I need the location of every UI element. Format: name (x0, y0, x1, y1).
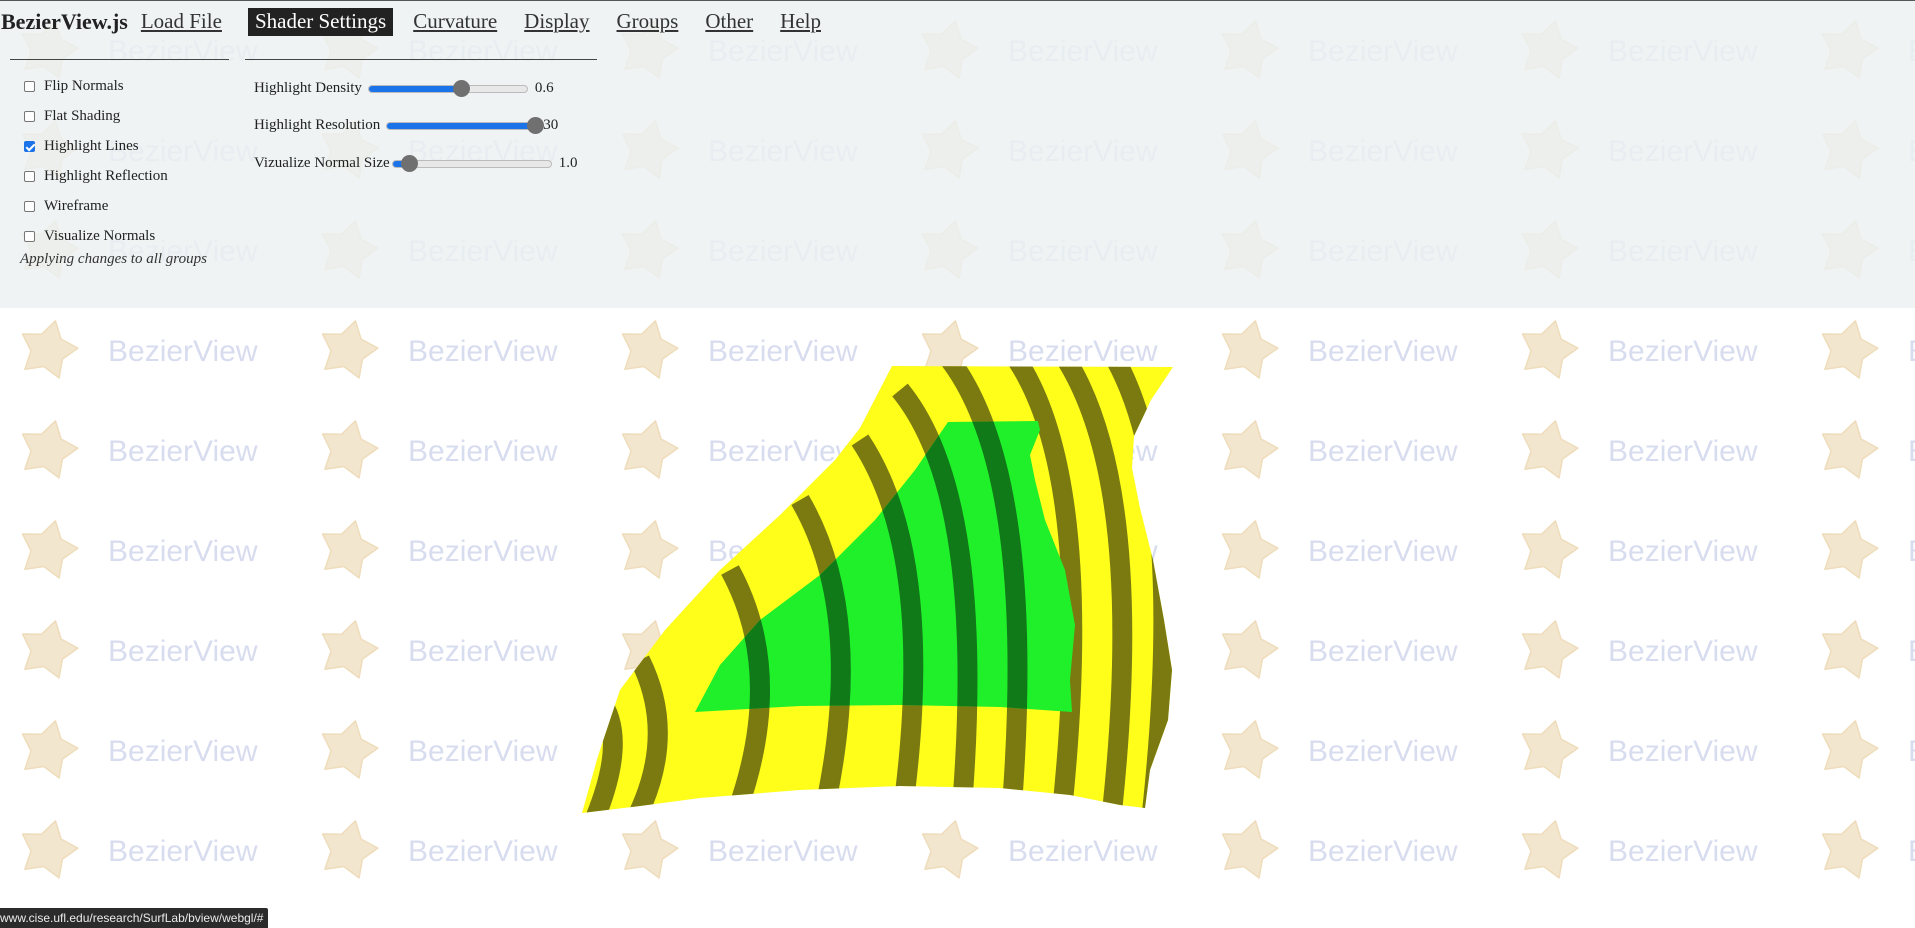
menu-curvature[interactable]: Curvature (413, 8, 504, 36)
menu-help[interactable]: Help (780, 8, 828, 36)
menu-display[interactable]: Display (524, 8, 596, 36)
checkbox-row-flat-shading[interactable]: Flat Shading (24, 101, 168, 131)
flip-normals-checkbox[interactable] (24, 80, 35, 92)
checkbox-row-highlight-reflection[interactable]: Highlight Reflection (24, 161, 168, 191)
slider-row-highlight-resolution: Highlight Resolution 30 (254, 116, 559, 134)
menu-other[interactable]: Other (705, 8, 760, 36)
wireframe-label: Wireframe (44, 197, 109, 214)
wireframe-checkbox[interactable] (24, 200, 35, 212)
highlight-reflection-label: Highlight Reflection (44, 167, 168, 184)
checkbox-row-flip-normals[interactable]: Flip Normals (24, 71, 168, 101)
settings-panel: BezierView.js Load File Shader Settings … (0, 0, 1915, 308)
highlight-resolution-label: Highlight Resolution (254, 117, 381, 133)
menu-bar: BezierView.js Load File Shader Settings … (0, 7, 848, 37)
checkbox-row-visualize-normals[interactable]: Visualize Normals (24, 221, 168, 251)
flat-shading-label: Flat Shading (44, 107, 121, 124)
right-section-divider (245, 59, 597, 60)
menu-load-file[interactable]: Load File (141, 8, 229, 36)
page: BezierView BezierView BezierView BezierView… (0, 0, 1915, 928)
shader-checkbox-list: Flip Normals Flat Shading Highlight Line… (24, 71, 168, 251)
normal-size-slider-thumb[interactable] (400, 154, 418, 172)
highlight-lines-checkbox[interactable] (24, 140, 35, 152)
visualize-normals-checkbox[interactable] (24, 230, 35, 242)
highlight-density-slider[interactable] (367, 79, 528, 97)
flat-shading-checkbox[interactable] (24, 110, 35, 122)
highlight-resolution-slider-fill (387, 122, 536, 129)
slider-row-highlight-density: Highlight Density 0.6 (254, 79, 554, 97)
checkbox-row-highlight-lines[interactable]: Highlight Lines (24, 131, 168, 161)
highlight-density-label: Highlight Density (254, 80, 362, 96)
app-title: BezierView.js (1, 9, 128, 34)
highlight-density-slider-thumb[interactable] (452, 79, 470, 97)
highlight-lines-label: Highlight Lines (44, 137, 139, 154)
status-bar-url: www.cise.ufl.edu/research/SurfLab/bview/… (0, 908, 269, 928)
normal-size-slider[interactable] (391, 154, 552, 172)
menu-groups[interactable]: Groups (617, 8, 686, 36)
menu-shader-settings[interactable]: Shader Settings (247, 8, 394, 36)
flip-normals-label: Flip Normals (44, 77, 124, 94)
highlight-resolution-slider[interactable] (386, 116, 545, 134)
highlight-reflection-checkbox[interactable] (24, 170, 35, 182)
normal-size-label: Vizualize Normal Size (254, 155, 390, 171)
highlight-density-slider-fill (368, 85, 461, 92)
apply-changes-note: Applying changes to all groups (20, 251, 207, 267)
slider-row-normal-size: Vizualize Normal Size 1.0 (254, 154, 578, 172)
highlight-density-value: 0.6 (534, 80, 554, 96)
highlight-resolution-slider-thumb[interactable] (527, 116, 545, 134)
left-section-divider (10, 59, 229, 60)
visualize-normals-label: Visualize Normals (44, 227, 156, 244)
normal-size-value: 1.0 (558, 155, 578, 171)
highlight-resolution-value: 30 (543, 117, 559, 133)
checkbox-row-wireframe[interactable]: Wireframe (24, 191, 168, 221)
